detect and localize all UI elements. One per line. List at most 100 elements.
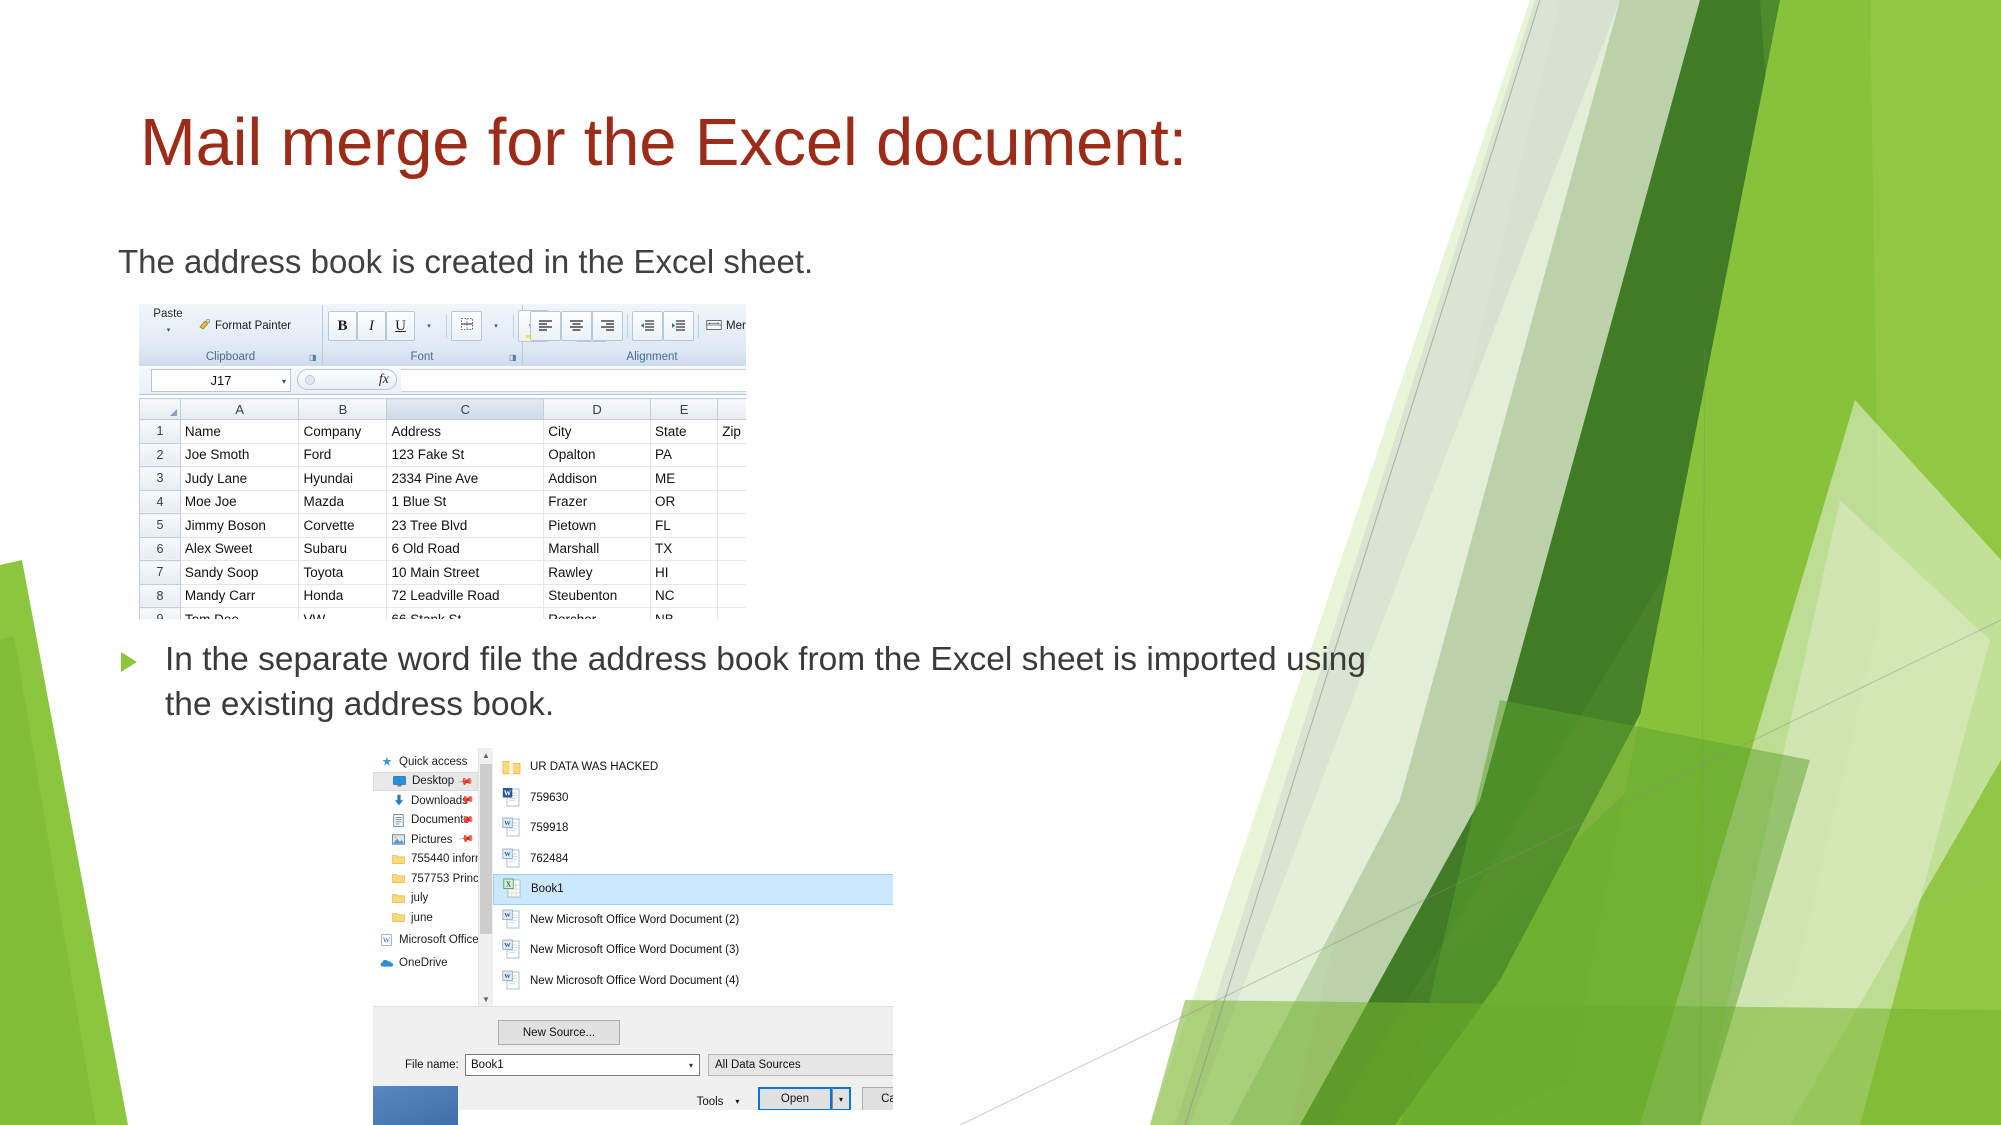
cell[interactable]: Mandy Carr — [179, 583, 300, 608]
merge-cells-button[interactable]: Merge — [703, 311, 746, 341]
cell[interactable]: Tom Doe — [179, 607, 300, 619]
cell[interactable]: Judy Lane — [179, 466, 300, 491]
list-item-selected[interactable]: X Book1 — [493, 874, 893, 905]
row-header[interactable]: 5 — [139, 513, 181, 538]
cell[interactable]: 6 Old Road — [386, 536, 545, 561]
increase-indent-button[interactable] — [663, 311, 694, 341]
borders-dropdown[interactable]: ▾ — [482, 311, 509, 341]
cell[interactable]: 1 Blue St — [386, 489, 545, 514]
cell[interactable]: 90755 — [717, 583, 746, 608]
nav-item-desktop[interactable]: Desktop 📌 — [373, 771, 478, 791]
cell[interactable]: 52358 — [717, 513, 746, 538]
row-header[interactable]: 1 — [139, 419, 181, 444]
cell[interactable]: Rawley — [543, 560, 651, 585]
align-left-button[interactable] — [530, 311, 561, 341]
select-all-corner[interactable] — [139, 398, 181, 420]
scroll-up-arrow-icon[interactable]: ▲ — [479, 748, 493, 762]
cell[interactable]: 23 Tree Blvd — [386, 513, 545, 538]
borders-button[interactable] — [451, 311, 482, 341]
cell[interactable]: VW — [298, 607, 388, 619]
cell[interactable]: Name — [179, 419, 300, 444]
list-item[interactable]: UR DATA WAS HACKED — [493, 752, 893, 783]
cell[interactable]: OR — [649, 489, 719, 514]
cell[interactable]: 72 Leadville Road — [386, 583, 545, 608]
cell[interactable]: NC — [649, 583, 719, 608]
cell[interactable]: Jimmy Boson — [179, 513, 300, 538]
new-source-button[interactable]: New Source... — [498, 1020, 620, 1045]
format-painter-button[interactable]: Format Painter — [195, 311, 294, 341]
nav-item-onedrive[interactable]: OneDrive — [373, 953, 478, 973]
cell[interactable]: 65328 — [717, 489, 746, 514]
cell[interactable]: 37690 — [717, 607, 746, 619]
cell[interactable]: Address — [386, 419, 545, 444]
nav-item-folder-755440[interactable]: 755440 informat — [373, 850, 478, 870]
cell[interactable]: Company — [298, 419, 388, 444]
list-item[interactable]: W 762484 — [493, 844, 893, 875]
row-header[interactable]: 6 — [139, 536, 181, 561]
column-header-d[interactable]: D — [543, 398, 651, 420]
cell[interactable]: Corvette — [298, 513, 388, 538]
column-header-f[interactable]: F — [717, 398, 746, 420]
cell[interactable]: Alex Sweet — [179, 536, 300, 561]
nav-item-microsoft-office[interactable]: W Microsoft Office W — [373, 931, 478, 951]
cell[interactable]: HI — [649, 560, 719, 585]
column-header-a[interactable]: A — [179, 398, 300, 420]
open-dropdown-button[interactable]: ▾ — [832, 1087, 851, 1110]
cell[interactable]: Sandy Soop — [179, 560, 300, 585]
underline-dropdown[interactable]: ▾ — [415, 311, 442, 341]
cell[interactable]: 43243 — [717, 442, 746, 467]
cell[interactable]: Zip — [717, 419, 746, 444]
row-header[interactable]: 3 — [139, 466, 181, 491]
column-header-c[interactable]: C — [386, 398, 545, 420]
navigation-scrollbar[interactable]: ▲ ▼ — [478, 748, 493, 1006]
nav-item-quick-access[interactable]: Quick access — [373, 752, 478, 772]
nav-item-folder-757753[interactable]: 757753 Principle — [373, 869, 478, 889]
cell[interactable]: Ford — [298, 442, 388, 467]
formula-fx-group[interactable]: fx — [297, 369, 397, 390]
cell[interactable]: 10 Main Street — [386, 560, 545, 585]
cell[interactable]: 45245 — [717, 560, 746, 585]
cell[interactable]: Moe Joe — [179, 489, 300, 514]
formula-input[interactable] — [401, 369, 746, 392]
scroll-down-arrow-icon[interactable]: ▼ — [479, 992, 493, 1006]
cell[interactable]: 123 Fake St — [386, 442, 545, 467]
paste-button[interactable]: Paste ▾ — [145, 307, 191, 345]
font-dialog-launcher-icon[interactable]: ◨ — [509, 353, 518, 362]
pin-icon[interactable]: 📌 — [456, 774, 473, 790]
bold-button[interactable]: B — [328, 311, 357, 341]
tools-button[interactable]: Tools ▾ — [688, 1090, 748, 1110]
cell[interactable]: Mazda — [298, 489, 388, 514]
cell[interactable]: Addison — [543, 466, 651, 491]
cell[interactable]: Honda — [298, 583, 388, 608]
nav-item-folder-july[interactable]: july — [373, 889, 478, 909]
pin-icon[interactable]: 📌 — [457, 831, 474, 847]
underline-button[interactable]: U — [386, 311, 415, 341]
name-box[interactable]: J17 ▾ — [151, 369, 291, 392]
list-item[interactable]: W 759630 — [493, 783, 893, 814]
list-item[interactable]: W New Microsoft Office Word Document (4) — [493, 966, 893, 997]
align-center-button[interactable] — [561, 311, 592, 341]
open-button[interactable]: Open — [758, 1087, 832, 1110]
cell[interactable]: Hyundai — [298, 466, 388, 491]
cell[interactable]: Joe Smoth — [179, 442, 300, 467]
row-header[interactable]: 9 — [139, 607, 181, 619]
decrease-indent-button[interactable] — [632, 311, 663, 341]
cell[interactable]: NB — [649, 607, 719, 619]
cancel-button[interactable]: Cancel — [862, 1087, 893, 1110]
cell[interactable]: Subaru — [298, 536, 388, 561]
nav-item-pictures[interactable]: Pictures 📌 — [373, 830, 478, 850]
cell[interactable]: 66 Stank St — [386, 607, 545, 619]
cell[interactable]: FL — [649, 513, 719, 538]
cell[interactable]: TX — [649, 536, 719, 561]
cell[interactable]: 2334 Pine Ave — [386, 466, 545, 491]
cell[interactable]: Steubenton — [543, 583, 651, 608]
cell[interactable]: ME — [649, 466, 719, 491]
nav-item-documents[interactable]: Documents 📌 — [373, 811, 478, 831]
cell[interactable]: Rorcher — [543, 607, 651, 619]
cell[interactable]: Frazer — [543, 489, 651, 514]
cell[interactable]: Toyota — [298, 560, 388, 585]
cell[interactable]: Pietown — [543, 513, 651, 538]
clipboard-dialog-launcher-icon[interactable]: ◨ — [309, 353, 318, 362]
row-header[interactable]: 8 — [139, 583, 181, 608]
list-item[interactable]: W 759918 — [493, 813, 893, 844]
